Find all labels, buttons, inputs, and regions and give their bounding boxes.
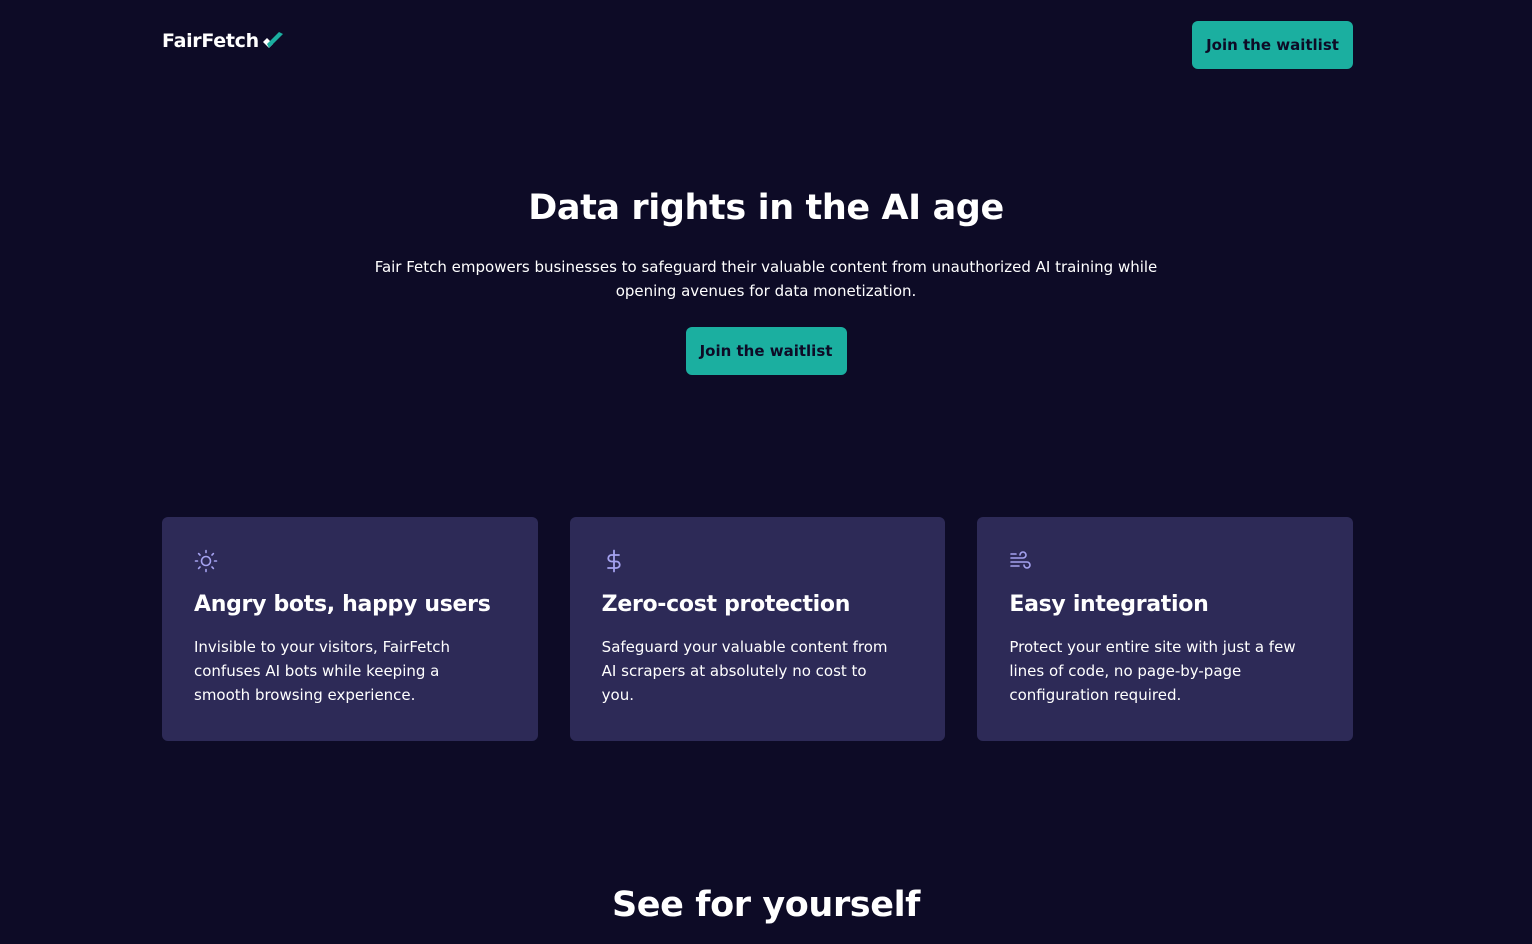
feature-text: Invisible to your visitors, FairFetch co… [194,638,451,704]
feature-title: Easy integration [1009,592,1209,617]
feature-card-easy-integration: Easy integration Protect your entire sit… [977,517,1354,741]
page: FairFetch Join the waitlist Data rights … [0,0,1532,944]
feature-text: Safeguard your valuable content from AI … [601,638,888,704]
feature-title: Zero-cost protection [601,592,851,617]
see-for-yourself-title: See for yourself [611,885,921,925]
join-waitlist-hero-button[interactable]: Join the waitlist [685,327,847,375]
wind-icon [1010,551,1032,569]
sun-icon [194,549,218,573]
checkmark-logo-icon [262,32,284,50]
logo-text: FairFetch [162,30,259,52]
feature-text: Protect your entire site with just a few… [1009,638,1296,704]
logo[interactable]: FairFetch [162,30,284,52]
feature-card-angry-bots: Angry bots, happy users Invisible to you… [162,517,538,741]
hero-section: Data rights in the AI age Fair Fetch emp… [0,183,1532,375]
dollar-icon [606,549,621,573]
features-section: Angry bots, happy users Invisible to you… [162,517,1354,741]
site-header: FairFetch Join the waitlist [162,21,1353,69]
feature-card-zero-cost: Zero-cost protection Safeguard your valu… [569,517,946,741]
feature-title: Angry bots, happy users [194,592,491,617]
hero-title: Data rights in the AI age [528,188,1004,228]
join-waitlist-header-button[interactable]: Join the waitlist [1192,21,1353,69]
hero-subtitle: Fair Fetch empowers businesses to safegu… [374,258,1158,300]
